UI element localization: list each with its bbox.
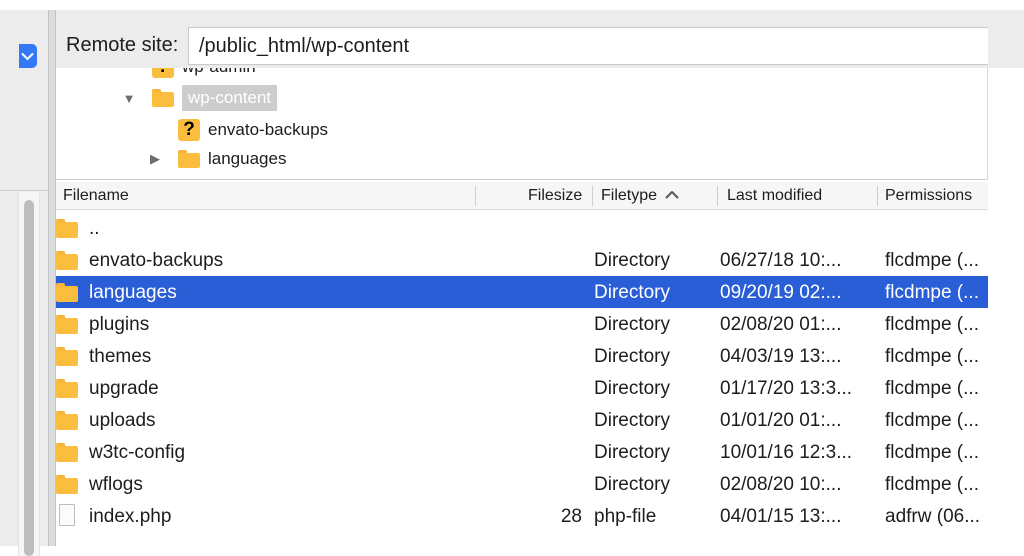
file-modified: 02/08/20 01:... xyxy=(720,314,842,335)
remote-file-list: Filename Filesize Filetype Last modified… xyxy=(56,182,988,546)
column-separator[interactable] xyxy=(592,186,593,206)
file-type: Directory xyxy=(594,314,671,335)
column-separator[interactable] xyxy=(877,186,878,206)
folder-icon xyxy=(152,89,174,107)
column-header-filename[interactable]: Filename xyxy=(63,187,129,205)
tree-item-label: wp-content xyxy=(182,85,278,111)
file-row-parent[interactable]: .. xyxy=(56,212,988,244)
file-row-uploads[interactable]: uploads Directory 01/01/20 01:... flcdmp… xyxy=(56,404,988,436)
folder-icon xyxy=(56,379,78,398)
file-modified: 04/03/19 13:... xyxy=(720,346,842,367)
file-type: Directory xyxy=(594,346,671,367)
file-row-plugins[interactable]: plugins Directory 02/08/20 01:... flcdmp… xyxy=(56,308,988,340)
file-size: 28 xyxy=(560,506,582,527)
folder-icon xyxy=(56,315,78,334)
tree-item-label: envato-backups xyxy=(208,120,329,139)
folder-icon xyxy=(178,150,200,168)
file-row-wflogs[interactable]: wflogs Directory 02/08/20 10:... flcdmpe… xyxy=(56,468,988,500)
question-folder-icon: ? xyxy=(178,119,200,141)
file-modified: 09/20/19 02:... xyxy=(720,282,842,303)
folder-icon xyxy=(56,347,78,366)
file-modified: 06/27/18 10:... xyxy=(720,250,842,271)
file-permissions: flcdmpe (... xyxy=(885,474,979,495)
column-header-label: Filetype xyxy=(601,187,658,204)
sort-ascending-icon xyxy=(665,191,679,199)
file-modified: 04/01/15 13:... xyxy=(720,506,842,527)
file-name: .. xyxy=(89,218,100,239)
file-name: index.php xyxy=(89,506,172,527)
file-row-languages[interactable]: languages Directory 09/20/19 02:... flcd… xyxy=(56,276,988,308)
column-separator[interactable] xyxy=(475,186,476,206)
file-name: w3tc-config xyxy=(89,442,186,463)
file-modified: 10/01/16 12:3... xyxy=(720,442,853,463)
file-type: Directory xyxy=(594,474,671,495)
file-permissions: flcdmpe (... xyxy=(885,282,979,303)
folder-icon xyxy=(56,475,78,494)
file-permissions: adfrw (06... xyxy=(885,506,981,527)
file-type: php-file xyxy=(594,506,657,527)
tree-item-envato-backups[interactable]: ? envato-backups xyxy=(178,117,328,143)
chevron-down-icon xyxy=(21,53,34,61)
tree-item-wp-admin[interactable]: ? wp-admin xyxy=(152,68,256,80)
tree-item-label: languages xyxy=(208,149,287,168)
folder-icon xyxy=(56,283,78,302)
file-type: Directory xyxy=(594,250,671,271)
remote-path-input[interactable] xyxy=(188,27,988,65)
file-name: languages xyxy=(89,282,177,303)
file-name: wflogs xyxy=(89,474,143,495)
file-name: uploads xyxy=(89,410,156,431)
file-row-themes[interactable]: themes Directory 04/03/19 13:... flcdmpe… xyxy=(56,340,988,372)
tree-item-wp-content[interactable]: ▼ wp-content xyxy=(122,85,278,111)
tree-item-label: wp-admin xyxy=(182,68,256,77)
file-permissions: flcdmpe (... xyxy=(885,346,979,367)
disclosure-expanded-icon[interactable]: ▼ xyxy=(122,91,136,106)
file-name: themes xyxy=(89,346,152,367)
file-name: plugins xyxy=(89,314,150,335)
question-folder-icon: ? xyxy=(152,68,174,78)
local-site-dropdown[interactable] xyxy=(19,44,37,68)
folder-icon xyxy=(56,411,78,430)
pane-splitter[interactable] xyxy=(48,10,56,546)
file-type: Directory xyxy=(594,442,671,463)
file-modified: 01/01/20 01:... xyxy=(720,410,842,431)
file-row-index-php[interactable]: index.php 28 php-file 04/01/15 13:... ad… xyxy=(56,500,988,532)
folder-icon xyxy=(56,219,78,238)
file-row-w3tc-config[interactable]: w3tc-config Directory 10/01/16 12:3... f… xyxy=(56,436,988,468)
file-permissions: flcdmpe (... xyxy=(885,314,979,335)
local-pane xyxy=(0,10,48,556)
tree-item-languages[interactable]: ▶ languages xyxy=(148,146,286,172)
file-type: Directory xyxy=(594,282,671,303)
folder-icon xyxy=(56,443,78,462)
file-type: Directory xyxy=(594,378,671,399)
file-name: envato-backups xyxy=(89,250,224,271)
file-permissions: flcdmpe (... xyxy=(885,250,979,271)
file-row-upgrade[interactable]: upgrade Directory 01/17/20 13:3... flcdm… xyxy=(56,372,988,404)
column-header-filesize[interactable]: Filesize xyxy=(528,187,582,205)
file-permissions: flcdmpe (... xyxy=(885,442,979,463)
column-header-last-modified[interactable]: Last modified xyxy=(727,187,822,205)
file-type: Directory xyxy=(594,410,671,431)
remote-directory-tree: ? wp-admin ▼ wp-content ? envato-backups… xyxy=(56,68,988,180)
column-header-permissions[interactable]: Permissions xyxy=(885,187,972,205)
file-list-header: Filename Filesize Filetype Last modified… xyxy=(56,182,988,210)
remote-site-label: Remote site: xyxy=(66,34,179,56)
file-row-envato-backups[interactable]: envato-backups Directory 06/27/18 10:...… xyxy=(56,244,988,276)
remote-site-bar: Remote site: xyxy=(56,10,1024,68)
local-scrollbar-thumb[interactable] xyxy=(24,200,34,556)
file-modified: 01/17/20 13:3... xyxy=(720,378,853,399)
column-separator[interactable] xyxy=(717,186,718,206)
local-scrollbar[interactable] xyxy=(18,192,40,556)
local-pane-divider xyxy=(0,190,48,191)
file-name: upgrade xyxy=(89,378,159,399)
disclosure-collapsed-icon[interactable]: ▶ xyxy=(148,151,162,167)
column-header-filetype[interactable]: Filetype xyxy=(601,187,679,205)
file-icon xyxy=(59,504,75,526)
file-permissions: flcdmpe (... xyxy=(885,378,979,399)
file-modified: 02/08/20 10:... xyxy=(720,474,842,495)
file-permissions: flcdmpe (... xyxy=(885,410,979,431)
folder-icon xyxy=(56,251,78,270)
